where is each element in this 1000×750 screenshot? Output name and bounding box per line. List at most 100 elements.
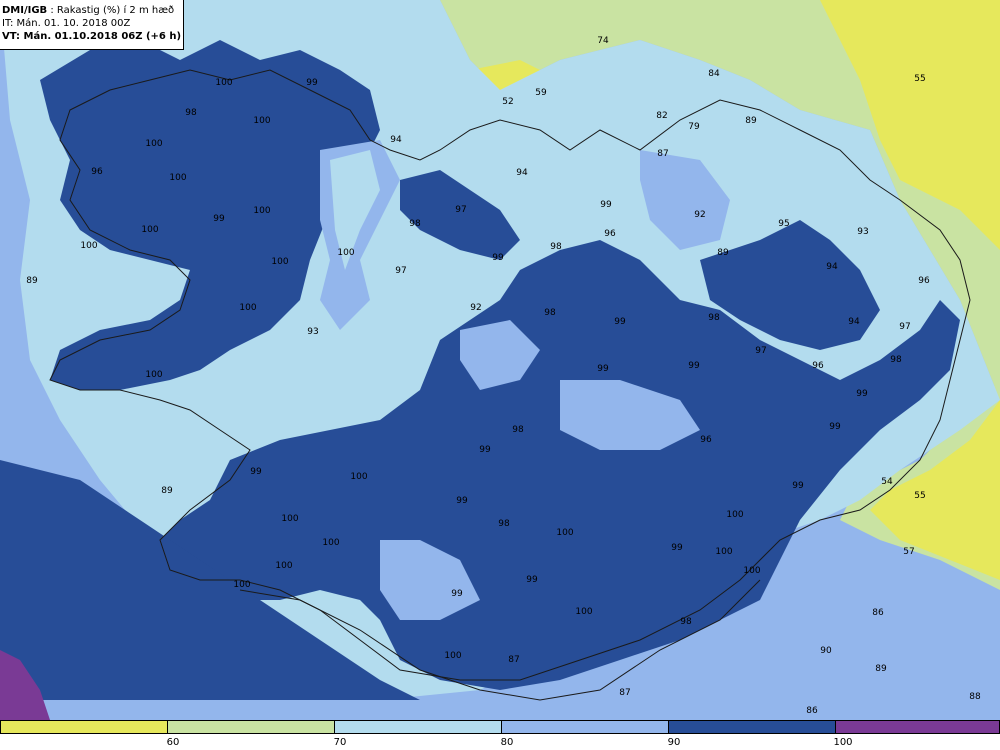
humidity-value-label: 95 xyxy=(778,219,790,229)
humidity-value-label: 99 xyxy=(688,361,700,371)
humidity-value-label: 98 xyxy=(512,425,524,435)
legend-box-80-90 xyxy=(501,720,669,734)
humidity-value-label: 94 xyxy=(826,262,838,272)
humidity-value-label: 99 xyxy=(671,543,683,553)
humidity-value-label: 84 xyxy=(708,69,720,79)
humidity-value-label: 87 xyxy=(657,149,669,159)
humidity-value-label: 99 xyxy=(600,200,612,210)
humidity-value-label: 99 xyxy=(597,364,609,374)
humidity-value-label: 100 xyxy=(271,257,289,267)
humidity-value-label: 52 xyxy=(502,97,514,107)
humidity-value-label: 57 xyxy=(903,547,915,557)
humidity-value-label: 100 xyxy=(350,472,368,482)
humidity-value-label: 99 xyxy=(451,589,463,599)
humidity-value-label: 100 xyxy=(215,78,233,88)
humidity-value-label: 98 xyxy=(498,519,510,529)
humidity-value-label: 89 xyxy=(745,116,757,126)
humidity-value-label: 99 xyxy=(526,575,538,585)
humidity-value-label: 100 xyxy=(444,651,462,661)
humidity-value-label: 59 xyxy=(535,88,547,98)
humidity-value-label: 98 xyxy=(550,242,562,252)
humidity-value-label: 96 xyxy=(918,276,930,286)
legend-box-90-100 xyxy=(668,720,836,734)
humidity-value-label: 96 xyxy=(700,435,712,445)
humidity-value-label: 92 xyxy=(470,303,482,313)
humidity-value-label: 94 xyxy=(390,135,402,145)
legend-box-70-80 xyxy=(334,720,502,734)
humidity-value-label: 98 xyxy=(680,617,692,627)
humidity-value-label: 98 xyxy=(185,108,197,118)
humidity-value-label: 55 xyxy=(914,491,926,501)
humidity-value-label: 87 xyxy=(508,655,520,665)
parameter-label: : Rakastig (%) í 2 m hæð xyxy=(50,5,175,16)
issue-time: IT: Mán. 01. 10. 2018 00Z xyxy=(2,18,131,29)
humidity-value-label: 100 xyxy=(322,538,340,548)
humidity-value-label: 99 xyxy=(306,78,318,88)
legend-box-100 xyxy=(835,720,1000,734)
humidity-value-label: 82 xyxy=(656,111,668,121)
humidity-value-label: 100 xyxy=(145,370,163,380)
humidity-value-label: 100 xyxy=(726,510,744,520)
humidity-value-label: 93 xyxy=(307,327,319,337)
color-legend: 60 70 80 90 100 xyxy=(0,720,1000,750)
humidity-value-label: 99 xyxy=(614,317,626,327)
legend-tick: 90 xyxy=(667,737,681,748)
legend-tick: 60 xyxy=(166,737,180,748)
humidity-value-label: 100 xyxy=(575,607,593,617)
legend-box-50-60 xyxy=(0,720,168,734)
humidity-value-label: 100 xyxy=(253,116,271,126)
humidity-value-label: 100 xyxy=(239,303,257,313)
org-label: DMI/IGB xyxy=(2,5,48,16)
humidity-value-label: 96 xyxy=(812,361,824,371)
humidity-value-label: 98 xyxy=(409,219,421,229)
humidity-value-label: 88 xyxy=(969,692,981,702)
valid-time: VT: Mán. 01.10.2018 06Z (+6 h) xyxy=(2,31,182,42)
humidity-value-label: 100 xyxy=(233,580,251,590)
humidity-value-label: 99 xyxy=(492,253,504,263)
humidity-value-label: 96 xyxy=(604,229,616,239)
humidity-value-label: 92 xyxy=(694,210,706,220)
humidity-value-label: 89 xyxy=(717,248,729,258)
humidity-value-label: 79 xyxy=(688,122,700,132)
humidity-value-label: 100 xyxy=(275,561,293,571)
humidity-value-label: 100 xyxy=(253,206,271,216)
map-header: DMI/IGB : Rakastig (%) í 2 m hæð IT: Mán… xyxy=(0,0,184,50)
humidity-value-label: 98 xyxy=(708,313,720,323)
humidity-value-label: 99 xyxy=(856,389,868,399)
humidity-value-label: 90 xyxy=(820,646,832,656)
humidity-value-label: 98 xyxy=(544,308,556,318)
humidity-value-label: 99 xyxy=(456,496,468,506)
legend-tick: 70 xyxy=(333,737,347,748)
humidity-value-label: 87 xyxy=(619,688,631,698)
humidity-value-label: 100 xyxy=(80,241,98,251)
humidity-value-label: 100 xyxy=(715,547,733,557)
humidity-value-label: 100 xyxy=(281,514,299,524)
humidity-value-label: 93 xyxy=(857,227,869,237)
humidity-value-label: 98 xyxy=(890,355,902,365)
humidity-value-label: 89 xyxy=(875,664,887,674)
humidity-value-label: 74 xyxy=(597,36,609,46)
humidity-value-label: 86 xyxy=(872,608,884,618)
humidity-value-label: 99 xyxy=(250,467,262,477)
humidity-value-label: 97 xyxy=(395,266,407,276)
humidity-map xyxy=(0,0,1000,720)
humidity-value-label: 86 xyxy=(806,706,818,716)
humidity-value-label: 96 xyxy=(91,167,103,177)
humidity-value-label: 99 xyxy=(479,445,491,455)
humidity-value-label: 89 xyxy=(161,486,173,496)
humidity-value-label: 99 xyxy=(213,214,225,224)
humidity-value-label: 99 xyxy=(792,481,804,491)
humidity-value-label: 89 xyxy=(26,276,38,286)
legend-tick: 80 xyxy=(500,737,514,748)
legend-tick: 100 xyxy=(833,737,853,748)
humidity-value-label: 100 xyxy=(337,248,355,258)
humidity-value-label: 100 xyxy=(169,173,187,183)
legend-box-60-70 xyxy=(167,720,335,734)
humidity-value-label: 94 xyxy=(516,168,528,178)
humidity-value-label: 97 xyxy=(899,322,911,332)
humidity-value-label: 100 xyxy=(145,139,163,149)
humidity-value-label: 54 xyxy=(881,477,893,487)
humidity-value-label: 100 xyxy=(556,528,574,538)
humidity-value-label: 55 xyxy=(914,74,926,84)
humidity-value-label: 99 xyxy=(829,422,841,432)
